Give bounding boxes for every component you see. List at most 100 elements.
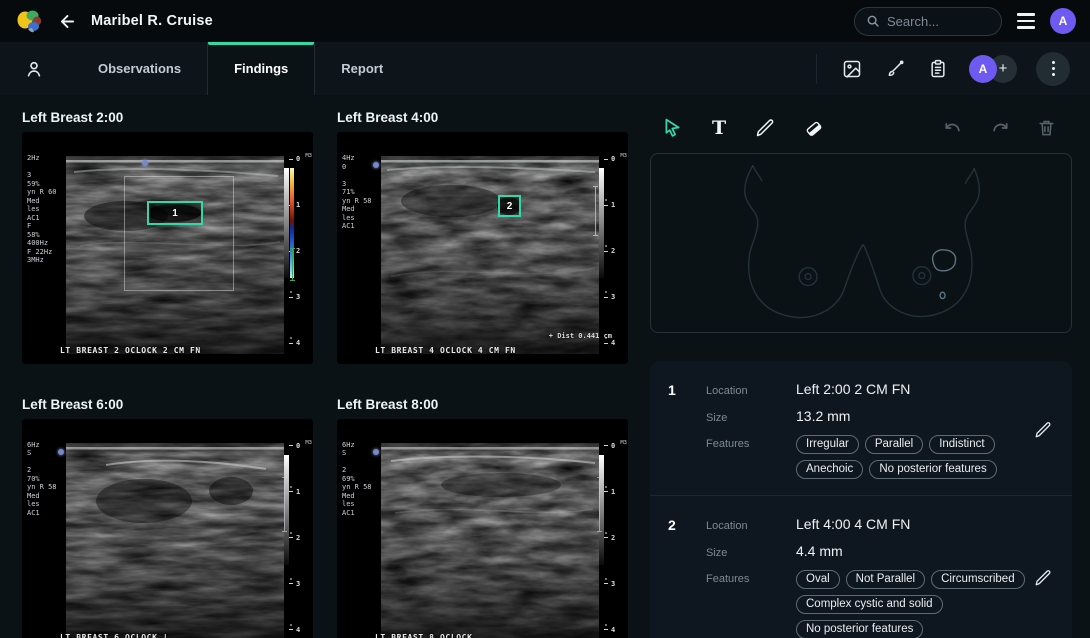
image-icon xyxy=(842,59,862,79)
finding-number: 2 xyxy=(668,516,706,638)
image-caption: LT BREAST 4 OCLOCK 4 CM FN xyxy=(375,346,516,355)
undo-button[interactable] xyxy=(941,116,965,140)
ultrasound-panel-left-8: Left Breast 8:00 6Hz S 2 69% yn R 58 Med… xyxy=(337,393,628,638)
eraser-tool-button[interactable] xyxy=(802,116,826,140)
feature-chips: Oval Not Parallel Circumscribed Complex … xyxy=(796,570,1028,638)
finding-row-1[interactable]: 1 Location Left 2:00 2 CM FN Size 13.2 m… xyxy=(650,361,1072,495)
image-caption: LT BREAST 8 OCLOCK xyxy=(375,633,473,638)
divider xyxy=(816,54,817,84)
ultrasound-texture xyxy=(66,443,284,638)
trash-icon xyxy=(1037,118,1056,137)
annotation-box-2[interactable]: 2 xyxy=(498,195,521,217)
panel-title: Left Breast 4:00 xyxy=(337,110,628,125)
tab-observations[interactable]: Observations xyxy=(72,42,207,95)
caliper-marker xyxy=(599,477,600,532)
ultrasound-image[interactable]: 2Hz 3 59% yn R 60 Med les AC1 F 58% 400H… xyxy=(22,132,313,364)
ultrasound-image[interactable]: 6Hz S 2 70% yn R 58 Med les AC1 0 1 2 3 … xyxy=(22,419,313,638)
grayscale-bar xyxy=(599,168,604,278)
collaborators: A + xyxy=(969,54,1017,84)
annotation-box-1[interactable]: 1 xyxy=(147,201,203,225)
ultrasound-parameters: 2Hz 3 59% yn R 60 Med les AC1 F 58% 400H… xyxy=(27,154,57,265)
caliper-marker xyxy=(292,248,293,281)
gray-map-label: M3 xyxy=(305,440,312,446)
back-button[interactable] xyxy=(56,10,79,33)
annotate-button[interactable] xyxy=(883,57,907,81)
edit-finding-1-button[interactable] xyxy=(1032,381,1054,479)
eraser-icon xyxy=(804,118,824,138)
text-tool-button[interactable]: T xyxy=(710,116,728,140)
distance-label: + Dist 0.441 cm xyxy=(549,332,612,340)
panel-title: Left Breast 2:00 xyxy=(22,110,313,125)
feature-chip: No posterior features xyxy=(869,460,996,479)
location-label: Location xyxy=(706,520,796,532)
user-avatar[interactable]: A xyxy=(1050,8,1076,34)
patient-icon xyxy=(24,59,44,79)
ultrasound-panel-left-6: Left Breast 6:00 6Hz S 2 70% yn R 58 Med… xyxy=(22,393,313,638)
depth-ruler: 0 1 2 3 4 xyxy=(289,445,309,635)
search-input[interactable] xyxy=(887,14,990,29)
main-content: Left Breast 2:00 2Hz 3 59% yn R 60 Med l… xyxy=(0,96,1090,638)
feature-chip: No posterior features xyxy=(796,620,923,638)
top-bar: Maribel R. Cruise A xyxy=(0,0,1090,42)
findings-sidebar: T xyxy=(650,106,1072,638)
ultrasound-parameters: 4Hz 0 3 71% yn R 58 Med les AC1 xyxy=(342,154,372,231)
ultrasound-texture xyxy=(381,443,599,638)
pencil-tool-button[interactable] xyxy=(753,116,777,140)
tab-report[interactable]: Report xyxy=(315,42,409,95)
ultrasound-parameters: 6Hz S 2 70% yn R 58 Med les AC1 xyxy=(27,441,57,518)
ultrasound-panel-left-4: Left Breast 4:00 4Hz 0 3 71% yn R 58 Med… xyxy=(337,106,628,369)
finding-details: Location Left 2:00 2 CM FN Size 13.2 mm … xyxy=(706,381,1028,479)
ultrasound-grid: Left Breast 2:00 2Hz 3 59% yn R 60 Med l… xyxy=(22,106,628,638)
feature-chip: Anechoic xyxy=(796,460,863,479)
gray-map-label: M3 xyxy=(620,440,627,446)
delete-button[interactable] xyxy=(1035,116,1058,139)
depth-ruler: 0 1 2 3 4 xyxy=(604,158,624,348)
panel-title: Left Breast 6:00 xyxy=(22,397,313,412)
search-box[interactable] xyxy=(854,7,1002,36)
tab-findings[interactable]: Findings xyxy=(207,42,315,95)
edit-pencil-icon xyxy=(1034,421,1052,439)
feature-chip: Irregular xyxy=(796,435,859,454)
ultrasound-texture xyxy=(381,156,599,354)
ultrasound-panel-left-2: Left Breast 2:00 2Hz 3 59% yn R 60 Med l… xyxy=(22,106,313,369)
more-options-button[interactable] xyxy=(1036,52,1070,86)
location-label: Location xyxy=(706,385,796,397)
edit-finding-2-button[interactable] xyxy=(1032,516,1054,638)
kebab-icon xyxy=(1052,61,1055,64)
location-value: Left 2:00 2 CM FN xyxy=(796,381,1028,397)
finding-details: Location Left 4:00 4 CM FN Size 4.4 mm F… xyxy=(706,516,1028,638)
findings-list: 1 Location Left 2:00 2 CM FN Size 13.2 m… xyxy=(650,361,1072,638)
select-tool-button[interactable] xyxy=(660,115,685,140)
collaborator-avatar[interactable]: A xyxy=(969,55,997,83)
edit-pencil-icon xyxy=(1034,569,1052,587)
tab-actions: A + xyxy=(816,42,1090,95)
feature-chip: Indistinct xyxy=(929,435,994,454)
images-button[interactable] xyxy=(840,57,864,81)
probe-marker-icon xyxy=(58,449,64,455)
size-label: Size xyxy=(706,412,796,424)
brush-icon xyxy=(885,59,905,79)
report-button[interactable] xyxy=(926,57,950,81)
probe-marker-icon xyxy=(373,449,379,455)
depth-ruler: 0 1 2 3 4 xyxy=(604,445,624,635)
patient-icon-wrap[interactable] xyxy=(24,42,44,95)
ultrasound-parameters: 6Hz S 2 69% yn R 58 Med les AC1 xyxy=(342,441,372,518)
finding-row-2[interactable]: 2 Location Left 4:00 4 CM FN Size 4.4 mm… xyxy=(650,495,1072,638)
edit-wrap xyxy=(1028,516,1054,638)
menu-button[interactable] xyxy=(1014,10,1038,31)
edit-wrap xyxy=(1028,381,1054,479)
ultrasound-image[interactable]: 4Hz 0 3 71% yn R 58 Med les AC1 2 0 1 2 … xyxy=(337,132,628,364)
breast-diagram[interactable] xyxy=(650,153,1072,333)
redo-button[interactable] xyxy=(988,116,1012,140)
ultrasound-image[interactable]: 6Hz S 2 69% yn R 58 Med les AC1 0 1 2 3 … xyxy=(337,419,628,638)
pencil-icon xyxy=(755,118,775,138)
caliper-marker xyxy=(284,477,285,532)
feature-chip: Not Parallel xyxy=(846,570,925,589)
cursor-icon xyxy=(662,117,683,138)
probe-marker-icon xyxy=(373,162,379,168)
size-value: 13.2 mm xyxy=(796,408,1028,424)
caliper-marker xyxy=(595,186,596,236)
feature-chip: Oval xyxy=(796,570,840,589)
panel-title: Left Breast 8:00 xyxy=(337,397,628,412)
image-caption: LT BREAST 2 OCLOCK 2 CM FN xyxy=(60,346,201,355)
